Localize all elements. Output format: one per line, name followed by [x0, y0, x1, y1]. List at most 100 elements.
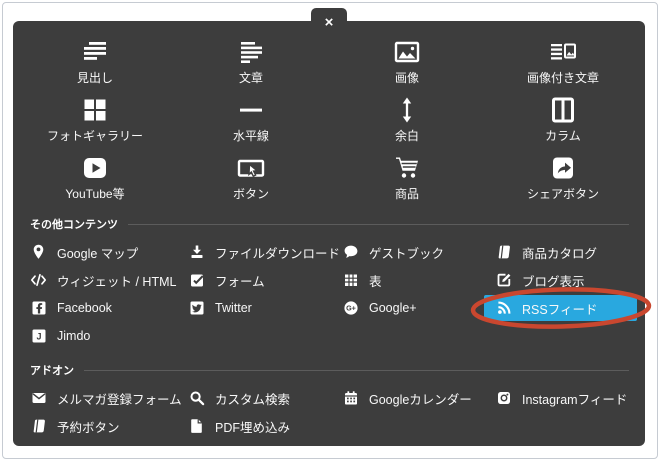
cart-icon — [392, 152, 422, 183]
google-plus-icon: G+ — [342, 300, 359, 316]
envelope-icon — [30, 390, 47, 406]
tile-photo-gallery[interactable]: フォトギャラリー — [17, 92, 173, 150]
item-blog-display[interactable]: ブログ表示 — [474, 266, 637, 294]
section-header-other-contents: その他コンテンツ — [30, 216, 629, 232]
item-newsletter-form[interactable]: メルマガ登録フォーム — [20, 384, 182, 412]
section-title: アドオン — [30, 365, 74, 377]
tile-label: 文章 — [238, 71, 263, 85]
item-label: Twitter — [215, 301, 252, 315]
item-label: フォーム — [215, 274, 265, 289]
item-label: Google+ — [369, 301, 417, 315]
tile-text[interactable]: 文章 — [173, 34, 329, 92]
speech-bubble-icon — [342, 244, 359, 260]
tile-label: 画像付き文章 — [526, 71, 599, 85]
columns-icon — [549, 94, 577, 125]
instagram-icon — [495, 390, 512, 406]
other-contents-list: Google マップ ファイルダウンロード ゲストブック 商品カタログ ウィジェ… — [13, 238, 651, 350]
item-jimdo[interactable]: J Jimdo — [20, 322, 178, 350]
svg-text:J: J — [36, 332, 41, 342]
item-label: Googleカレンダー — [369, 392, 472, 407]
tile-image-text[interactable]: 画像付き文章 — [485, 34, 641, 92]
item-google-maps[interactable]: Google マップ — [20, 238, 178, 266]
gallery-icon — [81, 94, 109, 125]
tile-spacing[interactable]: 余白 — [329, 92, 485, 150]
item-twitter[interactable]: Twitter — [178, 294, 332, 322]
tile-label: ボタン — [232, 187, 269, 201]
calendar-icon — [342, 390, 359, 406]
item-label: RSSフィード — [522, 302, 598, 317]
tile-label: シェアボタン — [526, 187, 599, 201]
section-header-addons: アドオン — [30, 362, 629, 378]
tile-youtube[interactable]: YouTube等 — [17, 150, 173, 208]
item-label: Instagramフィード — [522, 392, 628, 407]
jimdo-icon: J — [30, 328, 47, 344]
search-icon — [188, 390, 205, 406]
item-file-download[interactable]: ファイルダウンロード — [178, 238, 340, 266]
item-label: Google マップ — [57, 246, 139, 261]
item-facebook[interactable]: Facebook — [20, 294, 178, 322]
tile-heading[interactable]: 見出し — [17, 34, 173, 92]
svg-text:G+: G+ — [346, 304, 356, 313]
share-icon — [549, 152, 577, 183]
item-instagram-feed[interactable]: Instagramフィード — [474, 384, 637, 412]
tile-label: 画像 — [394, 71, 419, 85]
item-product-catalog[interactable]: 商品カタログ — [474, 238, 637, 266]
form-icon — [188, 272, 205, 288]
video-icon — [81, 152, 109, 183]
close-button[interactable]: × — [311, 8, 347, 34]
item-rss-feed[interactable]: RSSフィード — [470, 287, 651, 329]
item-label: Facebook — [57, 301, 112, 315]
tile-image[interactable]: 画像 — [329, 34, 485, 92]
image-icon — [393, 36, 421, 67]
catalog-icon — [495, 244, 512, 260]
section-title: その他コンテンツ — [30, 219, 118, 231]
item-google-plus[interactable]: G+ Google+ — [332, 294, 474, 322]
item-label: Jimdo — [57, 329, 91, 343]
item-label: ブログ表示 — [522, 274, 585, 289]
tile-label: 余白 — [394, 129, 419, 143]
close-icon: × — [324, 14, 334, 31]
rss-icon — [495, 300, 512, 316]
tile-share-button[interactable]: シェアボタン — [485, 150, 641, 208]
item-booking-button[interactable]: 予約ボタン — [20, 412, 178, 440]
add-content-dialog: × 見出し 文章 画像 画像付き文章 フォトギャラリー 水平線 余白 カラム Y… — [13, 8, 651, 446]
heading-icon — [81, 36, 109, 67]
tile-label: 見出し — [76, 71, 113, 85]
section-divider-line — [84, 369, 629, 371]
tile-label: カラム — [545, 129, 581, 143]
tile-label: YouTube等 — [65, 187, 125, 201]
spacing-icon — [393, 94, 421, 125]
tile-columns[interactable]: カラム — [485, 92, 641, 150]
hr-icon — [237, 94, 265, 125]
item-google-calendar[interactable]: Googleカレンダー — [332, 384, 474, 412]
item-widget-html[interactable]: ウィジェット / HTML — [20, 266, 178, 294]
item-pdf-embed[interactable]: PDF埋め込み — [178, 412, 332, 440]
image-text-icon — [549, 36, 577, 67]
facebook-icon — [30, 300, 47, 316]
tile-label: 商品 — [394, 187, 419, 201]
book-icon — [30, 418, 47, 434]
tile-button[interactable]: ボタン — [173, 150, 329, 208]
blog-icon — [495, 272, 512, 288]
tile-label: 水平線 — [232, 129, 269, 143]
tile-store-item[interactable]: 商品 — [329, 150, 485, 208]
tile-label: フォトギャラリー — [46, 129, 143, 143]
map-pin-icon — [30, 244, 47, 260]
item-form[interactable]: フォーム — [178, 266, 332, 294]
item-label: メルマガ登録フォーム — [57, 392, 182, 407]
item-custom-search[interactable]: カスタム検索 — [178, 384, 332, 412]
item-table[interactable]: 表 — [332, 266, 474, 294]
item-label: PDF埋め込み — [215, 420, 291, 435]
code-icon — [30, 272, 47, 288]
addons-list: メルマガ登録フォーム カスタム検索 Googleカレンダー Instagramフ… — [13, 384, 645, 440]
item-label: ゲストブック — [369, 246, 445, 261]
pdf-icon — [188, 418, 205, 434]
item-label: ウィジェット / HTML — [57, 274, 177, 289]
download-icon — [188, 244, 205, 260]
item-guestbook[interactable]: ゲストブック — [332, 238, 474, 266]
item-label: ファイルダウンロード — [215, 246, 341, 261]
button-icon — [236, 152, 266, 183]
content-tile-grid: 見出し 文章 画像 画像付き文章 フォトギャラリー 水平線 余白 カラム You… — [13, 21, 645, 208]
tile-horizontal-rule[interactable]: 水平線 — [173, 92, 329, 150]
twitter-icon — [188, 300, 205, 316]
